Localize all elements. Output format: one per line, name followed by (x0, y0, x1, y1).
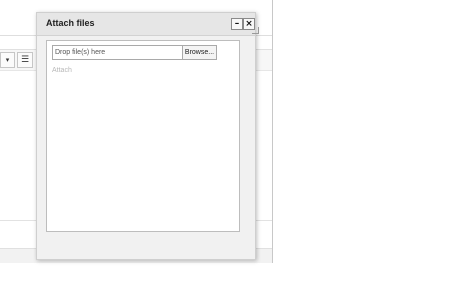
dialog-titlebar[interactable]: Attach files – × (37, 13, 255, 36)
attachments-area: Drop file(s) here Browse... Attach (46, 40, 240, 232)
dialog-title: Attach files (46, 18, 95, 28)
attach-files-dialog: Attach files – × Drop file(s) here Brows… (36, 12, 256, 260)
browse-button[interactable]: Browse... (182, 45, 217, 60)
list-icon[interactable]: ☰ (17, 52, 33, 68)
caret-down-icon[interactable]: ▾ (0, 52, 15, 68)
close-button[interactable]: × (243, 18, 255, 30)
drop-files-field[interactable]: Drop file(s) here (52, 45, 184, 60)
attach-button[interactable]: Attach (52, 67, 72, 74)
minimize-button[interactable]: – (231, 18, 243, 30)
